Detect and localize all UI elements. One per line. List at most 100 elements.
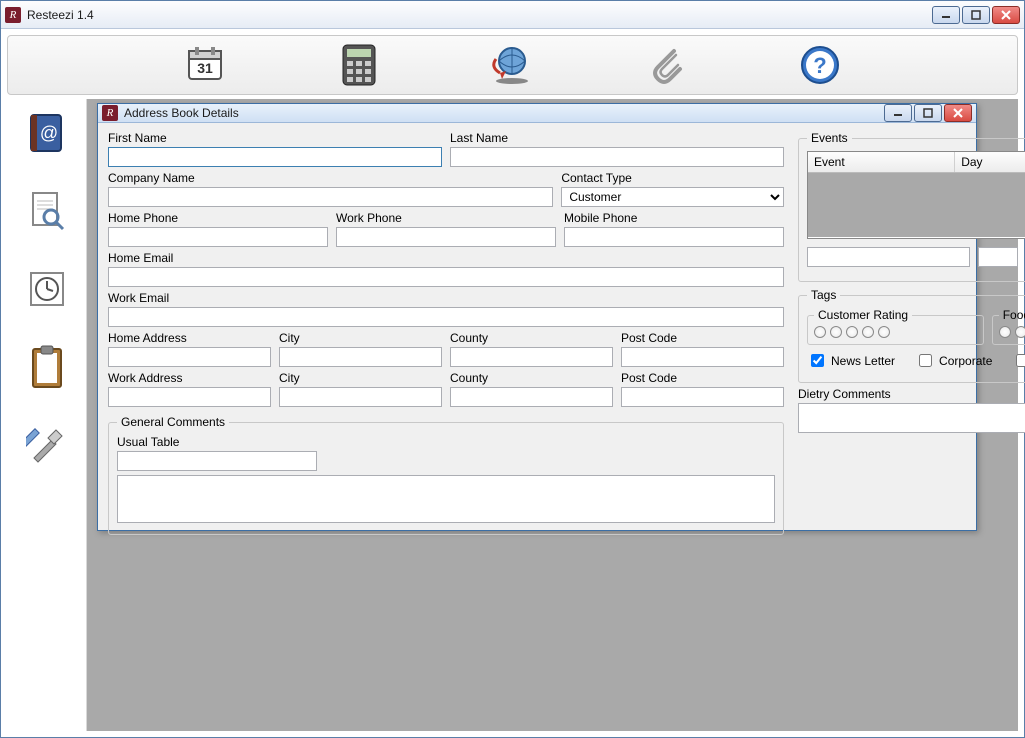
mobile-phone-label: Mobile Phone <box>564 211 784 225</box>
last-name-label: Last Name <box>450 131 784 145</box>
work-address-input[interactable] <box>108 387 271 407</box>
right-column: Events Event Day Month Comment <box>798 131 1025 535</box>
dialog-window-controls <box>884 104 972 122</box>
contact-type-select[interactable]: Customer <box>561 187 784 207</box>
first-name-input[interactable] <box>108 147 442 167</box>
corporate-label: Corporate <box>939 354 992 368</box>
contact-type-label: Contact Type <box>561 171 784 185</box>
work-email-input[interactable] <box>108 307 784 327</box>
calendar-icon[interactable]: 31 <box>181 41 229 89</box>
general-comments-legend: General Comments <box>117 415 229 429</box>
tags-group: Tags Customer Rating <box>798 288 1025 383</box>
home-postcode-input[interactable] <box>621 347 784 367</box>
events-legend: Events <box>807 131 852 145</box>
food-spend-radios[interactable] <box>999 326 1025 338</box>
last-name-input[interactable] <box>450 147 784 167</box>
dialog-close-button[interactable] <box>944 104 972 122</box>
help-icon[interactable]: ? <box>796 41 844 89</box>
mobile-phone-input[interactable] <box>564 227 784 247</box>
dialog-icon: R <box>102 105 118 121</box>
tools-icon[interactable] <box>23 421 71 469</box>
search-document-icon[interactable] <box>23 187 71 235</box>
events-col-event[interactable]: Event <box>808 152 955 172</box>
home-email-label: Home Email <box>108 251 784 265</box>
close-button[interactable] <box>992 6 1020 24</box>
work-city-label: City <box>279 371 442 385</box>
customer-rating-radios[interactable] <box>814 326 977 338</box>
app-titlebar: R Resteezi 1.4 <box>1 1 1024 29</box>
dialog-minimize-button[interactable] <box>884 104 912 122</box>
event-name-input[interactable] <box>807 247 970 267</box>
home-county-input[interactable] <box>450 347 613 367</box>
general-comments-textarea[interactable] <box>117 475 775 523</box>
dialog-body: First Name Last Name Compan <box>98 123 976 543</box>
minimize-button[interactable] <box>932 6 960 24</box>
events-body <box>808 173 1025 237</box>
food-spend-legend: Food Spend <box>999 308 1025 322</box>
left-column: First Name Last Name Compan <box>108 131 784 535</box>
left-sidebar: @ <box>7 99 87 731</box>
events-col-day[interactable]: Day <box>955 152 1025 172</box>
tags-legend: Tags <box>807 288 840 302</box>
dietry-comments-label: Dietry Comments <box>798 387 1025 401</box>
home-address-label: Home Address <box>108 331 271 345</box>
company-name-input[interactable] <box>108 187 553 207</box>
work-phone-input[interactable] <box>336 227 556 247</box>
company-name-label: Company Name <box>108 171 553 185</box>
corporate-checkbox[interactable]: Corporate <box>915 351 992 370</box>
customer-rating-legend: Customer Rating <box>814 308 912 322</box>
dialog-title: Address Book Details <box>124 106 884 120</box>
home-phone-input[interactable] <box>108 227 328 247</box>
events-table: Event Day Month Comment <box>807 151 1025 239</box>
app-window: R Resteezi 1.4 31 <box>0 0 1025 738</box>
newsletter-label: News Letter <box>831 354 895 368</box>
work-phone-label: Work Phone <box>336 211 556 225</box>
home-city-label: City <box>279 331 442 345</box>
home-postcode-label: Post Code <box>621 331 784 345</box>
dietry-comments-textarea[interactable] <box>798 403 1025 433</box>
work-city-input[interactable] <box>279 387 442 407</box>
event-day-input[interactable] <box>978 247 1018 267</box>
events-header: Event Day Month Comment <box>808 152 1025 173</box>
work-county-label: County <box>450 371 613 385</box>
app-title: Resteezi 1.4 <box>27 8 932 22</box>
usual-table-label: Usual Table <box>117 435 317 449</box>
first-name-label: First Name <box>108 131 442 145</box>
general-comments-group: General Comments Usual Table <box>108 415 784 535</box>
food-spend-group: Food Spend <box>992 308 1025 345</box>
top-toolbar: 31 <box>7 35 1018 95</box>
paperclip-icon[interactable] <box>642 41 690 89</box>
home-city-input[interactable] <box>279 347 442 367</box>
clipboard-icon[interactable] <box>23 343 71 391</box>
dialog-maximize-button[interactable] <box>914 104 942 122</box>
calculator-icon[interactable] <box>335 41 383 89</box>
events-group: Events Event Day Month Comment <box>798 131 1025 282</box>
usual-table-input[interactable] <box>117 451 317 471</box>
work-address-label: Work Address <box>108 371 271 385</box>
app-body: 31 <box>1 29 1024 737</box>
globe-icon[interactable] <box>488 41 536 89</box>
home-phone-label: Home Phone <box>108 211 328 225</box>
app-icon: R <box>5 7 21 23</box>
address-book-dialog: R Address Book Details <box>97 103 977 531</box>
svg-text:31: 31 <box>197 60 213 76</box>
work-postcode-label: Post Code <box>621 371 784 385</box>
svg-text:@: @ <box>39 123 57 143</box>
vegetarian-checkbox[interactable]: Vegetarian <box>1012 351 1025 370</box>
work-email-label: Work Email <box>108 291 784 305</box>
svg-text:?: ? <box>813 53 826 78</box>
work-county-input[interactable] <box>450 387 613 407</box>
maximize-button[interactable] <box>962 6 990 24</box>
clock-icon[interactable] <box>23 265 71 313</box>
customer-rating-group: Customer Rating <box>807 308 984 345</box>
work-postcode-input[interactable] <box>621 387 784 407</box>
content-pane: R Address Book Details <box>87 99 1018 731</box>
address-book-icon[interactable]: @ <box>23 109 71 157</box>
newsletter-checkbox[interactable]: News Letter <box>807 351 895 370</box>
main-area: @ <box>7 99 1018 731</box>
home-address-input[interactable] <box>108 347 271 367</box>
dialog-titlebar: R Address Book Details <box>98 104 976 123</box>
home-email-input[interactable] <box>108 267 784 287</box>
home-county-label: County <box>450 331 613 345</box>
window-controls <box>932 6 1020 24</box>
